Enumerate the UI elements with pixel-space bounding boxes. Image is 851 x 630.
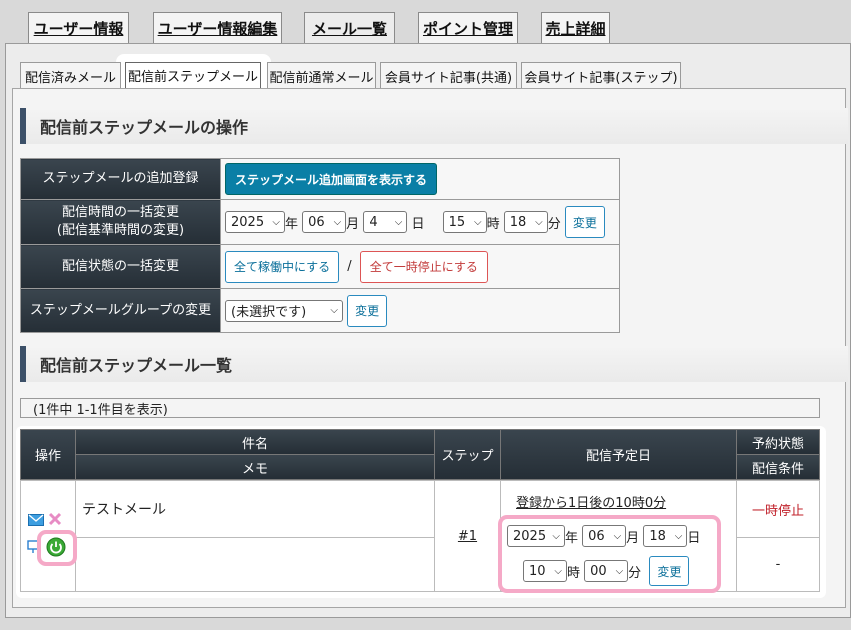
bulk-day-select[interactable]: 4 ⌵ xyxy=(363,211,408,233)
bulk-time-label-line1: 配信時間の一括変更 xyxy=(61,205,179,220)
tab-sales[interactable]: 売上詳細 xyxy=(541,12,610,44)
row-time-selects: 10 ⌵ 時 00 ⌵ 分 変更 xyxy=(523,556,690,586)
row-year-select[interactable]: 2025 ⌵ xyxy=(507,525,565,547)
col-memo-header: メモ xyxy=(75,454,435,480)
chevron-down-icon: ⌵ xyxy=(272,216,280,228)
bulk-minute-select[interactable]: 18 ⌵ xyxy=(503,211,548,233)
chevron-down-icon: ⌵ xyxy=(474,216,482,228)
chevron-down-icon: ⌵ xyxy=(552,530,560,542)
row-step-link[interactable]: #1 xyxy=(458,529,477,544)
row-hour-unit: 時 xyxy=(567,565,581,581)
bulk-year-select[interactable]: 2025 ⌵ xyxy=(225,211,285,233)
ops-section-title: 配信前ステップメールの操作 xyxy=(20,108,848,144)
subtab-member-common[interactable]: 会員サイト記事(共通) xyxy=(380,62,517,89)
chevron-down-icon: ⌵ xyxy=(535,216,543,228)
chevron-down-icon: ⌵ xyxy=(674,530,683,542)
row-minute-select[interactable]: 00 ⌵ xyxy=(584,560,629,582)
row-subject: テストメール xyxy=(75,480,435,538)
row-year-unit: 年 xyxy=(565,530,579,546)
show-add-step-mail-button[interactable]: ステップメール追加画面を表示する xyxy=(225,163,438,195)
tab-mail-list[interactable]: メール一覧 xyxy=(304,12,395,44)
subtab-member-step[interactable]: 会員サイト記事(ステップ) xyxy=(521,62,681,89)
group-select-value: (未選択です) xyxy=(231,305,307,320)
bulk-hour-select[interactable]: 15 ⌵ xyxy=(442,211,487,233)
row-date-selects: 2025 ⌵ 年 06 ⌵ 月 18 ⌵ 日 xyxy=(507,525,700,547)
bulk-month-select[interactable]: 06 ⌵ xyxy=(302,211,347,233)
bulk-day-value: 4 xyxy=(369,214,378,230)
power-toggle-icon[interactable] xyxy=(46,537,66,557)
list-section-title: 配信前ステップメール一覧 xyxy=(20,346,848,382)
chevron-down-icon: ⌵ xyxy=(615,565,624,577)
row-condition: - xyxy=(736,537,820,592)
status-separator: / xyxy=(347,259,352,274)
col-subject-header: 件名 xyxy=(75,429,435,455)
mail-icon[interactable] xyxy=(28,514,44,526)
tab-user-info[interactable]: ユーザー情報 xyxy=(28,12,129,44)
row-minute-value: 00 xyxy=(590,563,607,579)
subtab-sent[interactable]: 配信済みメール xyxy=(20,62,121,89)
row-month-value: 06 xyxy=(588,528,605,544)
add-label: ステップメールの追加登録 xyxy=(20,158,221,200)
chevron-down-icon: ⌵ xyxy=(554,565,562,577)
bulk-time-change-button[interactable]: 変更 xyxy=(564,206,605,238)
row-year-value: 2025 xyxy=(513,528,547,544)
row-month-select[interactable]: 06 ⌵ xyxy=(582,525,627,547)
bulk-hour-unit: 時 xyxy=(486,216,500,232)
ops-table: ステップメールの追加登録 ステップメール追加画面を表示する 配信時間の一括変更 … xyxy=(20,158,620,333)
row-memo xyxy=(75,537,435,592)
col-reserve-status-header: 予約状態 xyxy=(736,429,820,455)
chevron-down-icon: ⌵ xyxy=(394,216,403,228)
subtab-step-pending[interactable]: 配信前ステップメール xyxy=(125,62,261,89)
bulk-time-label: 配信時間の一括変更 (配信基準時間の変更) xyxy=(20,199,221,245)
row-step-cell: #1 xyxy=(434,480,501,592)
group-select[interactable]: (未選択です) ⌵ xyxy=(225,299,343,322)
all-active-button[interactable]: 全て稼働中にする xyxy=(225,250,340,283)
chevron-down-icon: ⌵ xyxy=(333,216,342,228)
row-day-unit: 日 xyxy=(687,530,701,546)
row-day-value: 18 xyxy=(649,528,666,544)
bulk-day-unit: 日 xyxy=(411,216,425,232)
bulk-year-value: 2025 xyxy=(231,214,265,230)
bulk-minute-value: 18 xyxy=(509,214,527,230)
row-change-button[interactable]: 変更 xyxy=(649,556,690,586)
row-hour-select[interactable]: 10 ⌵ xyxy=(523,560,567,582)
bulk-year-unit: 年 xyxy=(285,216,299,232)
bulk-month-unit: 月 xyxy=(346,216,360,232)
tab-user-edit[interactable]: ユーザー情報編集 xyxy=(153,12,282,44)
bulk-status-label: 配信状態の一括変更 xyxy=(20,244,221,289)
tab-points[interactable]: ポイント管理 xyxy=(418,12,518,44)
col-step-header: ステップ xyxy=(434,429,501,480)
row-status: 一時停止 xyxy=(736,480,820,538)
all-pause-button[interactable]: 全て一時停止にする xyxy=(359,250,488,283)
col-condition-header: 配信条件 xyxy=(736,454,820,480)
col-schedule-header: 配信予定日 xyxy=(500,429,737,480)
delete-icon[interactable] xyxy=(48,512,62,526)
row-minute-unit: 分 xyxy=(628,565,642,581)
col-op-header: 操作 xyxy=(20,429,76,480)
row-day-select[interactable]: 18 ⌵ xyxy=(643,525,688,547)
result-count: (1件中 1-1件目を表示) xyxy=(20,398,820,418)
row-hour-value: 10 xyxy=(529,563,546,579)
group-change-label: ステップメールグループの変更 xyxy=(20,288,221,333)
chevron-down-icon: ⌵ xyxy=(330,305,338,316)
row-schedule-text: 登録から1日後の10時0分 xyxy=(516,496,667,511)
subtab-normal-pending[interactable]: 配信前通常メール xyxy=(267,62,376,89)
bulk-hour-value: 15 xyxy=(448,214,466,230)
group-change-button[interactable]: 変更 xyxy=(347,294,388,327)
chevron-down-icon: ⌵ xyxy=(613,530,622,542)
bulk-minute-unit: 分 xyxy=(547,216,561,232)
row-month-unit: 月 xyxy=(626,530,640,546)
bulk-month-value: 06 xyxy=(308,214,325,230)
bulk-time-label-line2: (配信基準時間の変更) xyxy=(56,223,185,238)
